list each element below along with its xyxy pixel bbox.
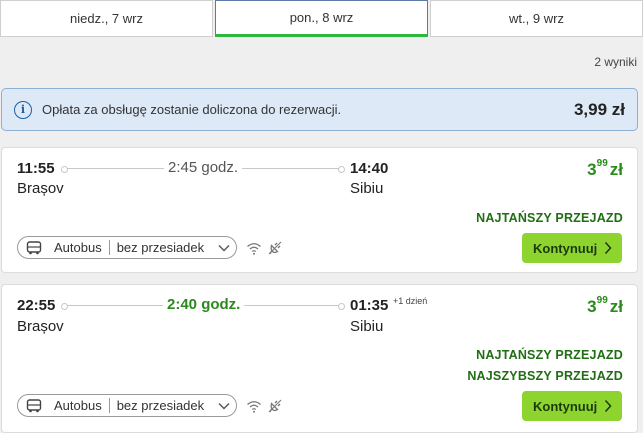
transport-type: Autobus — [54, 240, 102, 255]
tab-date-prev[interactable]: niedz., 7 wrz — [0, 0, 213, 37]
bus-icon — [26, 398, 42, 412]
chevron-down-icon — [218, 402, 230, 409]
transport-type: Autobus — [54, 398, 102, 413]
arrival-time: 14:40 — [350, 160, 389, 177]
continue-button[interactable]: Kontynuuj — [522, 233, 622, 263]
power-outlet-icon — [268, 399, 282, 413]
trip-details-toggle[interactable]: Autobus bez przesiadek — [17, 236, 237, 259]
trip-card: 11:55 Brașov 2:45 godz. 14:40 Sibiu 399 z… — [1, 147, 638, 273]
power-outlet-icon — [268, 241, 282, 255]
divider — [108, 398, 110, 413]
cheapest-badge: NAJTAŃSZY PRZEJAZD — [476, 211, 623, 225]
transfers-info: bez przesiadek — [116, 398, 205, 413]
arrival-city: Sibiu — [350, 318, 384, 335]
divider — [108, 240, 110, 255]
departure-city: Brașov — [17, 180, 64, 197]
next-day-indicator: +1 dzień — [393, 296, 428, 306]
trip-card: 22:55 Brașov 2:40 godz. 01:35 +1 dzień S… — [1, 284, 638, 433]
wifi-icon — [247, 401, 261, 413]
cheapest-badge: NAJTAŃSZY PRZEJAZD — [476, 348, 623, 362]
service-fee-banner: i Opłata za obsługę zostanie doliczona d… — [1, 88, 638, 131]
wifi-icon — [247, 243, 261, 255]
chevron-down-icon — [218, 244, 230, 251]
chevron-right-icon — [604, 399, 612, 413]
service-fee-text: Opłata za obsługę zostanie doliczona do … — [42, 102, 342, 117]
bus-icon — [26, 240, 42, 254]
trip-details-toggle[interactable]: Autobus bez przesiadek — [17, 394, 237, 417]
trip-duration: 2:40 godz. — [163, 296, 245, 313]
transfers-info: bez przesiadek — [116, 240, 205, 255]
trip-price: 399 zł — [587, 158, 623, 179]
departure-time: 11:55 — [17, 160, 55, 177]
tab-date-next[interactable]: wt., 9 wrz — [430, 0, 643, 37]
results-count: 2 wyniki — [594, 55, 637, 69]
chevron-right-icon — [604, 241, 612, 255]
trip-price: 399 zł — [587, 295, 623, 316]
continue-button-label: Kontynuuj — [533, 240, 598, 256]
departure-time: 22:55 — [17, 297, 56, 314]
trip-duration: 2:45 godz. — [164, 159, 243, 176]
arrival-city: Sibiu — [350, 180, 384, 197]
service-fee-price: 3,99 zł — [573, 99, 625, 119]
tab-date-selected[interactable]: pon., 8 wrz — [215, 0, 428, 37]
departure-city: Brașov — [17, 318, 64, 335]
continue-button[interactable]: Kontynuuj — [522, 391, 622, 421]
info-icon: i — [14, 100, 32, 119]
date-tabs: niedz., 7 wrz pon., 8 wrz wt., 9 wrz — [0, 0, 643, 37]
continue-button-label: Kontynuuj — [533, 398, 598, 414]
arrival-time: 01:35 — [350, 297, 389, 314]
fastest-badge: NAJSZYBSZY PRZEJAZD — [467, 369, 623, 383]
